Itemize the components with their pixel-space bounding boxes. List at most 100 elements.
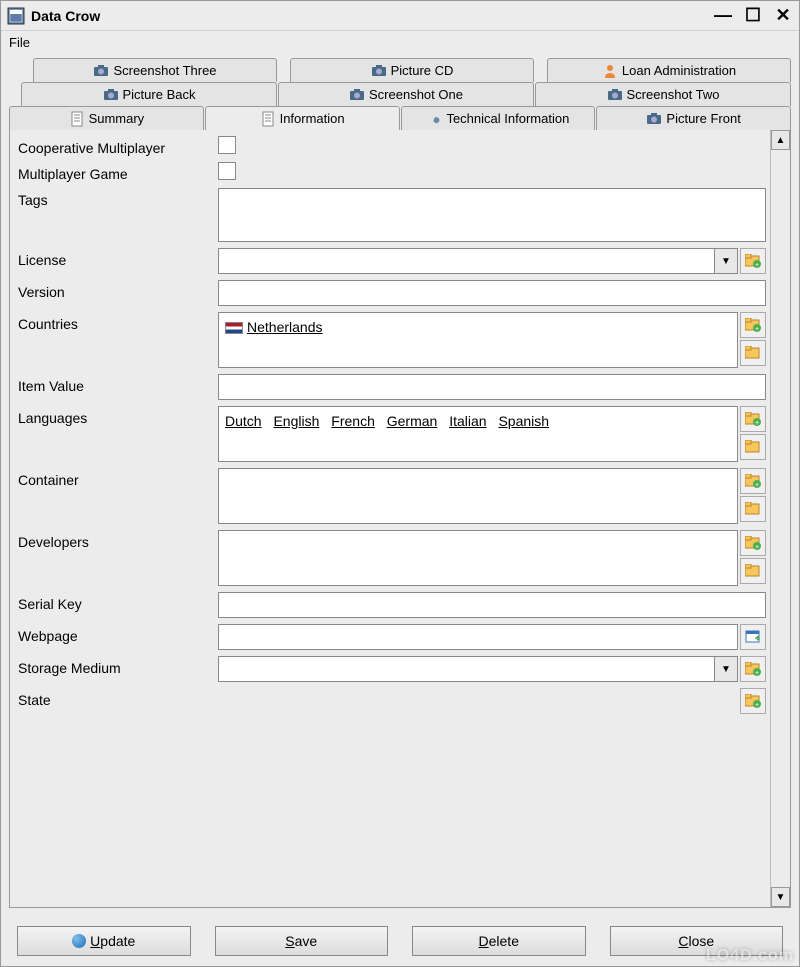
input-version[interactable] <box>218 280 766 306</box>
country-item[interactable]: Netherlands <box>247 319 323 335</box>
update-button[interactable]: Update <box>17 926 191 956</box>
main-window: Data Crow — ☐ ✕ File Screenshot Three Pi… <box>0 0 800 967</box>
tab-screenshot-one[interactable]: Screenshot One <box>278 82 534 106</box>
tab-summary[interactable]: Summary <box>9 106 204 130</box>
folder-button[interactable] <box>740 340 766 366</box>
watermark: LO4D.com <box>706 947 794 965</box>
scroll-down-button[interactable]: ▼ <box>771 887 790 907</box>
camera-icon <box>349 87 365 103</box>
tab-content: Cooperative Multiplayer Multiplayer Game… <box>9 130 791 908</box>
tabs: Screenshot Three Picture CD Loan Adminis… <box>9 58 791 130</box>
folder-button[interactable] <box>740 434 766 460</box>
folder-button[interactable] <box>740 558 766 584</box>
window-controls: — ☐ ✕ <box>713 5 793 26</box>
row-storage-medium: Storage Medium ▼ + <box>18 656 766 682</box>
folder-add-button[interactable]: + <box>740 406 766 432</box>
folder-icon <box>745 564 761 578</box>
folder-add-button[interactable]: + <box>740 530 766 556</box>
combo-license[interactable]: ▼ <box>218 248 738 274</box>
tab-picture-cd[interactable]: Picture CD <box>290 58 534 82</box>
chevron-down-icon[interactable]: ▼ <box>714 656 738 682</box>
row-multi-game: Multiplayer Game <box>18 162 766 182</box>
maximize-button[interactable]: ☐ <box>743 5 763 26</box>
language-item[interactable]: Italian <box>449 413 486 429</box>
save-button[interactable]: Save <box>215 926 389 956</box>
tab-label: Screenshot Three <box>113 63 216 78</box>
menu-file[interactable]: File <box>9 35 30 50</box>
svg-text:+: + <box>755 702 759 708</box>
combo-storage-input[interactable] <box>218 656 714 682</box>
tab-screenshot-two[interactable]: Screenshot Two <box>535 82 791 106</box>
folder-add-icon: + <box>745 474 761 488</box>
svg-text:+: + <box>755 670 759 676</box>
label-storage-medium: Storage Medium <box>18 656 218 676</box>
browse-button[interactable] <box>740 624 766 650</box>
folder-add-button[interactable]: + <box>740 468 766 494</box>
list-container[interactable] <box>218 468 738 524</box>
tab-technical-information[interactable]: Technical Information <box>401 106 596 130</box>
language-item[interactable]: French <box>331 413 375 429</box>
svg-text:+: + <box>755 326 759 332</box>
svg-text:+: + <box>755 544 759 550</box>
label-webpage: Webpage <box>18 624 218 644</box>
scroll-up-button[interactable]: ▲ <box>771 130 790 150</box>
camera-icon <box>646 111 662 127</box>
language-item[interactable]: German <box>387 413 438 429</box>
svg-text:+: + <box>755 482 759 488</box>
delete-button[interactable]: Delete <box>412 926 586 956</box>
vertical-scrollbar[interactable]: ▲ ▼ <box>770 130 790 907</box>
tab-label: Screenshot Two <box>627 87 720 102</box>
folder-add-icon: + <box>745 536 761 550</box>
combo-storage-medium[interactable]: ▼ <box>218 656 738 682</box>
list-languages[interactable]: Dutch English French German Italian Span… <box>218 406 738 462</box>
row-developers: Developers + <box>18 530 766 586</box>
row-license: License ▼ + <box>18 248 766 274</box>
tab-label: Picture Front <box>666 111 740 126</box>
checkbox-multi-game[interactable] <box>218 162 236 180</box>
tab-row-2: Picture Back Screenshot One Screenshot T… <box>9 82 791 106</box>
tab-information[interactable]: Information <box>205 106 400 130</box>
tab-label: Picture CD <box>391 63 454 78</box>
list-developers[interactable] <box>218 530 738 586</box>
folder-add-button[interactable]: + <box>740 688 766 714</box>
folder-button[interactable] <box>740 496 766 522</box>
label-coop-multi: Cooperative Multiplayer <box>18 136 218 156</box>
app-icon <box>7 7 25 25</box>
input-serial-key[interactable] <box>218 592 766 618</box>
combo-license-input[interactable] <box>218 248 714 274</box>
language-item[interactable]: Dutch <box>225 413 262 429</box>
minimize-button[interactable]: — <box>713 5 733 26</box>
chevron-down-icon[interactable]: ▼ <box>714 248 738 274</box>
label-serial-key: Serial Key <box>18 592 218 612</box>
close-button[interactable]: ✕ <box>773 5 793 26</box>
language-item[interactable]: English <box>273 413 319 429</box>
folder-icon <box>745 502 761 516</box>
tab-picture-front[interactable]: Picture Front <box>596 106 791 130</box>
folder-add-button[interactable]: + <box>740 656 766 682</box>
input-tags[interactable] <box>218 188 766 242</box>
tab-screenshot-three[interactable]: Screenshot Three <box>33 58 277 82</box>
camera-icon <box>607 87 623 103</box>
input-item-value[interactable] <box>218 374 766 400</box>
label-item-value: Item Value <box>18 374 218 394</box>
camera-icon <box>103 87 119 103</box>
folder-add-icon: + <box>745 254 761 268</box>
tab-picture-back[interactable]: Picture Back <box>21 82 277 106</box>
row-tags: Tags <box>18 188 766 242</box>
folder-add-button[interactable]: + <box>740 312 766 338</box>
tab-label: Information <box>280 111 345 126</box>
language-item[interactable]: Spanish <box>498 413 549 429</box>
document-icon <box>69 111 85 127</box>
checkbox-coop-multi[interactable] <box>218 136 236 154</box>
button-bar: Update Save Delete Close <box>1 916 799 966</box>
label-multi-game: Multiplayer Game <box>18 162 218 182</box>
tab-label: Loan Administration <box>622 63 736 78</box>
row-state: State + <box>18 688 766 714</box>
row-item-value: Item Value <box>18 374 766 400</box>
folder-add-button[interactable]: + <box>740 248 766 274</box>
input-webpage[interactable] <box>218 624 738 650</box>
camera-icon <box>371 63 387 79</box>
tab-loan-administration[interactable]: Loan Administration <box>547 58 791 82</box>
list-countries[interactable]: Netherlands <box>218 312 738 368</box>
titlebar: Data Crow — ☐ ✕ <box>1 1 799 31</box>
